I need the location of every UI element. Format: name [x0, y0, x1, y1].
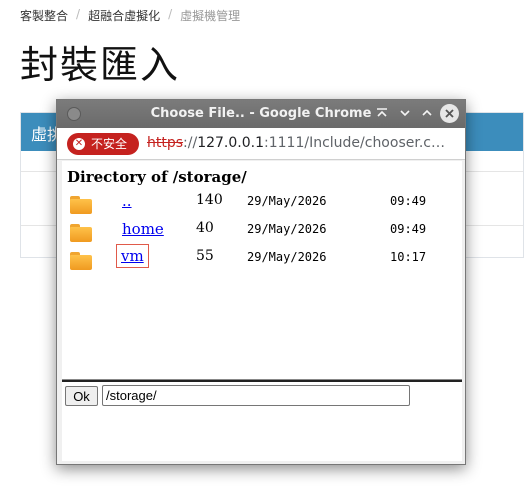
file-time: 10:17 — [390, 250, 427, 264]
folder-icon — [70, 252, 92, 270]
breadcrumb-item-current: 虛擬機管理 — [180, 9, 241, 23]
list-item: home 40 29/May/2026 09:49 — [62, 220, 462, 246]
file-link[interactable]: home — [122, 220, 164, 238]
list-item: .. 140 29/May/2026 09:49 — [62, 192, 462, 218]
breadcrumb-separator: / — [76, 7, 81, 21]
close-window-icon[interactable] — [440, 104, 459, 123]
warning-icon: ✕ — [73, 138, 85, 150]
file-date: 29/May/2026 — [247, 250, 327, 264]
list-item: vm 55 29/May/2026 10:17 — [62, 244, 462, 274]
file-chooser-window: Choose File.. - Google Chrome ✕ 不安全 http… — [56, 99, 466, 465]
file-link-selected[interactable]: vm — [116, 244, 149, 268]
maximize-window-icon[interactable] — [418, 104, 436, 122]
breadcrumb: 客製整合 / 超融合虛擬化 / 虛擬機管理 — [20, 7, 240, 24]
file-time: 09:49 — [390, 194, 427, 208]
url-scheme: https — [147, 135, 184, 151]
ok-button[interactable]: Ok — [65, 386, 98, 406]
folder-icon — [70, 224, 92, 242]
minimize-window-icon[interactable] — [396, 104, 414, 122]
file-size: 55 — [196, 248, 214, 264]
url-text[interactable]: https://127.0.0.1:1111/Include/chooser.c… — [147, 135, 447, 151]
file-date: 29/May/2026 — [247, 194, 327, 208]
url-path: :1111/Include/chooser.cgi… — [264, 135, 447, 151]
file-link[interactable]: .. — [122, 192, 132, 210]
folder-icon — [70, 196, 92, 214]
frame-divider[interactable] — [62, 379, 462, 382]
page-title: 封裝匯入 — [20, 43, 181, 87]
directory-title: Directory of /storage/ — [67, 168, 247, 186]
file-date: 29/May/2026 — [247, 222, 327, 236]
security-warning-badge[interactable]: ✕ 不安全 — [67, 133, 139, 155]
file-size: 40 — [196, 220, 214, 236]
security-label: 不安全 — [91, 137, 128, 151]
url-host: 127.0.0.1 — [197, 135, 264, 151]
breadcrumb-separator: / — [168, 7, 173, 21]
window-titlebar[interactable]: Choose File.. - Google Chrome — [57, 100, 465, 128]
file-size: 140 — [196, 192, 223, 208]
breadcrumb-item[interactable]: 客製整合 — [20, 7, 68, 24]
chooser-content: Directory of /storage/ .. 140 29/May/202… — [62, 161, 462, 461]
address-bar[interactable]: ✕ 不安全 https://127.0.0.1:1111/Include/cho… — [57, 128, 465, 160]
url-separator: :// — [183, 135, 198, 151]
file-time: 09:49 — [390, 222, 427, 236]
shade-window-icon[interactable] — [373, 104, 391, 122]
path-input[interactable] — [102, 385, 410, 406]
breadcrumb-item[interactable]: 超融合虛擬化 — [88, 7, 160, 24]
